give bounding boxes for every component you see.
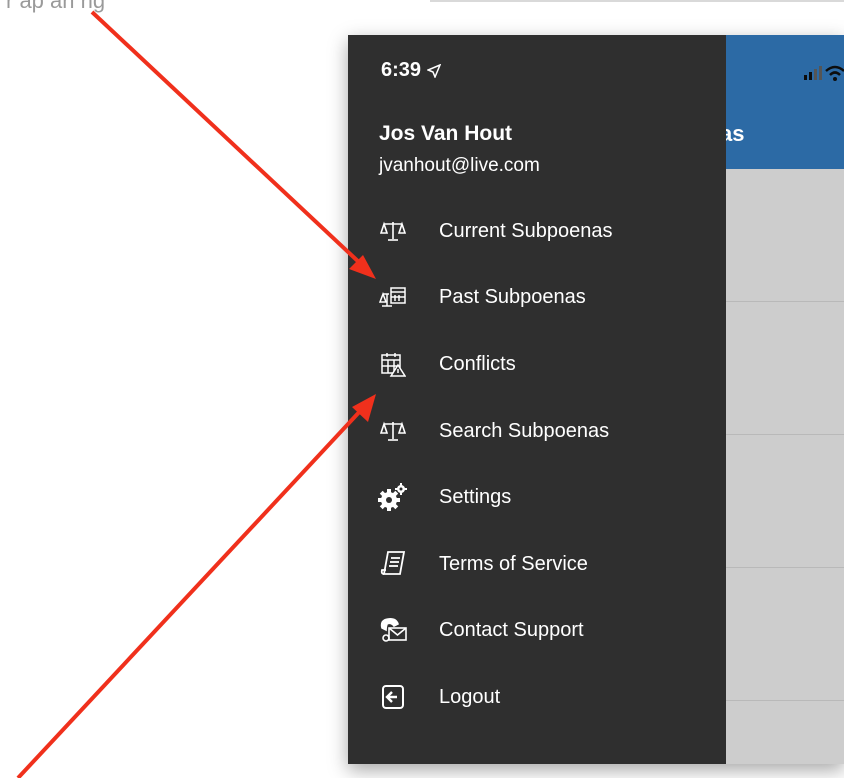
list-row[interactable] <box>726 235 844 302</box>
menu-item-contact-support[interactable]: Contact Support <box>348 605 726 655</box>
menu-item-logout[interactable]: Logout <box>348 672 726 722</box>
menu-item-terms-of-service[interactable]: Terms of Service <box>348 539 726 589</box>
scales-icon <box>375 413 411 449</box>
cropped-top-divider <box>430 0 844 2</box>
menu-label: Conflicts <box>439 352 516 375</box>
annotation-arrow-past-subpoenas <box>90 10 376 279</box>
menu-label: Settings <box>439 485 512 508</box>
time-text: 6:39 <box>381 59 422 81</box>
menu-label: Terms of Service <box>439 552 588 575</box>
menu-item-settings[interactable]: Settings <box>348 472 726 522</box>
menu-label: Contact Support <box>439 618 584 641</box>
user-email: jvanhout@live.com <box>379 155 540 176</box>
list-row[interactable] <box>726 501 844 568</box>
list-row[interactable] <box>726 701 844 764</box>
menu-item-current-subpoenas[interactable]: Current Subpoenas <box>348 206 726 256</box>
user-name: Jos Van Hout <box>379 122 513 145</box>
scales-icon <box>375 213 411 249</box>
list-row[interactable] <box>726 435 844 502</box>
menu-label: Past Subpoenas <box>439 285 586 308</box>
location-arrow-icon <box>425 63 441 79</box>
logout-icon <box>375 679 411 715</box>
menu-label: Current Subpoenas <box>439 219 613 242</box>
menu-label: Logout <box>439 685 501 708</box>
list-row[interactable] <box>726 634 844 701</box>
menu-item-search-subpoenas[interactable]: Search Subpoenas <box>348 406 726 456</box>
phone-screen: as 6:39 Jos Van Hout jvanhout@live.com C… <box>348 35 844 764</box>
annotation-arrow-conflicts <box>16 394 376 778</box>
menu-item-past-subpoenas[interactable]: Past Subpoenas <box>348 272 726 322</box>
navigation-drawer: 6:39 Jos Van Hout jvanhout@live.com Curr… <box>348 35 726 764</box>
status-time: 6:39 <box>381 59 441 82</box>
background-list <box>726 169 844 764</box>
scales-calendar-icon <box>375 279 411 315</box>
list-row[interactable] <box>726 169 844 236</box>
list-row[interactable] <box>726 568 844 635</box>
menu-item-conflicts[interactable]: Conflicts <box>348 339 726 389</box>
list-row[interactable] <box>726 302 844 369</box>
list-row[interactable] <box>726 368 844 435</box>
calendar-warning-icon <box>375 346 411 382</box>
phone-mail-icon <box>375 612 411 648</box>
cropped-top-text: r ap an ng <box>6 0 106 13</box>
document-icon <box>375 546 411 582</box>
gears-icon <box>375 479 411 515</box>
signal-wifi-icons <box>804 63 844 89</box>
menu-label: Search Subpoenas <box>439 419 610 442</box>
